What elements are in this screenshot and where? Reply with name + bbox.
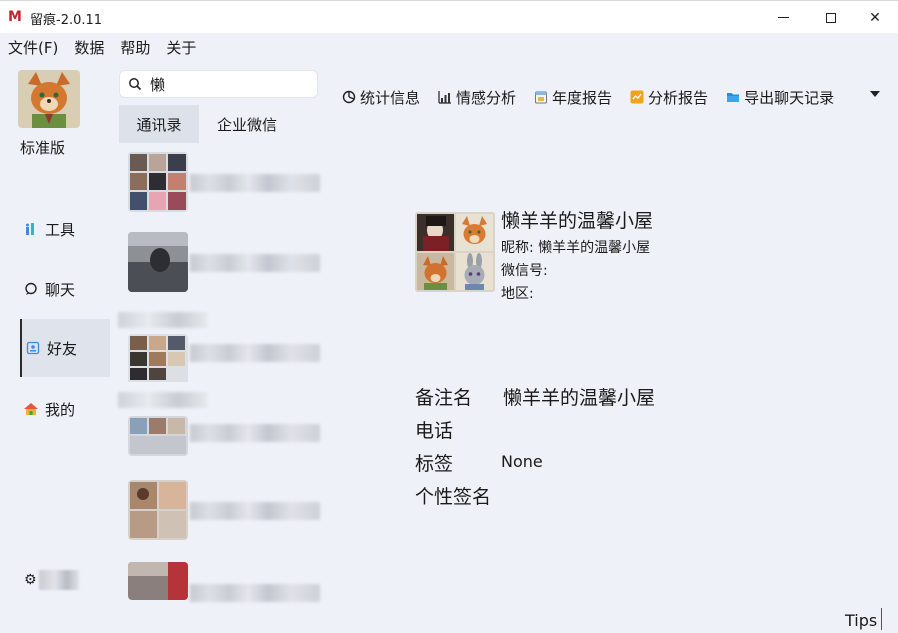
sidebar-item-label: 好友 [47, 339, 78, 358]
gear-icon: ⚙ [24, 572, 37, 588]
contact-avatar [128, 562, 188, 600]
list-item[interactable] [118, 392, 324, 480]
remark-value: 懒羊羊的温馨小屋 [503, 387, 656, 409]
tab-contacts[interactable]: 通讯录 [119, 105, 199, 143]
remark-label: 备注名 [415, 387, 473, 409]
tag-value: None [501, 452, 543, 471]
close-button[interactable]: ✕ [852, 1, 898, 34]
edition-label: 标准版 [20, 139, 66, 157]
phone-label: 电话 [415, 420, 454, 442]
blurred-contact-name [190, 424, 320, 442]
sentiment-label: 情感分析 [456, 88, 517, 107]
sidebar-item-friends[interactable]: 好友 [20, 319, 110, 377]
sidebar-item-mine[interactable]: 我的 [20, 380, 110, 438]
tab-wework[interactable]: 企业微信 [204, 105, 290, 143]
sidebar-item-label: 聊天 [45, 280, 76, 299]
list-item[interactable] [118, 480, 324, 558]
region-row: 地区: [501, 283, 534, 303]
list-item[interactable] [118, 562, 324, 602]
contact-avatar [128, 416, 188, 456]
blurred-contact-name [190, 344, 320, 362]
search-input[interactable]: 懒 [119, 70, 318, 98]
annual-report-button[interactable]: 年度报告 [534, 87, 612, 108]
nickname-value: 懒羊羊的温馨小屋 [538, 240, 651, 256]
stats-label: 统计信息 [360, 88, 421, 107]
list-item[interactable] [118, 152, 324, 230]
sidebar-item-tools[interactable]: 工具 [20, 200, 110, 258]
blurred-contact-top [118, 312, 208, 328]
menu-help[interactable]: 帮助 [120, 37, 150, 58]
settings-button[interactable]: ⚙ [24, 570, 79, 590]
sidebar-item-chat[interactable]: 聊天 [20, 260, 110, 318]
sentiment-button[interactable]: 情感分析 [438, 87, 516, 108]
contact-avatar [128, 152, 188, 212]
menu-bar: 文件(F) 数据 帮助 关于 [0, 33, 898, 61]
tools-icon [23, 221, 39, 237]
blurred-contact-name [190, 254, 320, 272]
user-avatar[interactable] [18, 70, 80, 128]
toolbar: 统计信息 情感分析 年度报告 分析报告 导出聊天记录 [342, 86, 852, 108]
tag-label: 标签 [415, 453, 454, 475]
export-chat-label: 导出聊天记录 [744, 88, 835, 107]
sidebar-item-label: 我的 [45, 400, 76, 419]
minimize-button[interactable] [760, 1, 806, 34]
nickname-label: 昵称: [501, 240, 534, 256]
bar-chart-icon [438, 91, 452, 104]
folder-icon [727, 93, 740, 102]
stats-button[interactable]: 统计信息 [342, 87, 420, 108]
search-value: 懒 [150, 75, 166, 94]
list-item[interactable] [118, 232, 324, 310]
contact-display-name: 懒羊羊的温馨小屋 [501, 210, 654, 232]
analysis-report-label: 分析报告 [648, 88, 709, 107]
search-icon [129, 78, 142, 91]
blurred-contact-top [118, 392, 208, 408]
blurred-contact-name [190, 174, 320, 192]
blurred-contact-name [190, 502, 320, 520]
window-title: 留痕-2.0.11 [30, 13, 103, 28]
region-label: 地区: [501, 286, 534, 302]
maximize-button[interactable] [808, 1, 854, 34]
minimize-icon [777, 17, 789, 18]
close-icon: ✕ [869, 9, 881, 26]
maximize-icon [826, 12, 836, 23]
divider [881, 608, 882, 630]
toolbar-dropdown-chevron-down-icon[interactable] [870, 91, 880, 97]
list-item[interactable] [118, 312, 324, 400]
tips-link[interactable]: Tips [845, 611, 877, 630]
export-chat-button[interactable]: 导出聊天记录 [726, 87, 834, 108]
contact-avatar [128, 232, 188, 292]
nickname-row: 昵称: 懒羊羊的温馨小屋 [501, 237, 650, 257]
chat-icon [23, 281, 39, 297]
wechat-id-label: 微信号: [501, 263, 548, 279]
analysis-report-button[interactable]: 分析报告 [630, 87, 708, 108]
sidebar-item-label: 工具 [45, 220, 76, 239]
report-icon [630, 90, 644, 104]
title-bar: M 留痕-2.0.11 ✕ [0, 0, 898, 33]
menu-data[interactable]: 数据 [74, 37, 104, 58]
app-logo-icon: M [8, 9, 22, 25]
wechat-id-row: 微信号: [501, 260, 548, 280]
menu-about[interactable]: 关于 [166, 37, 196, 58]
friends-icon [25, 340, 41, 356]
calendar-icon [535, 91, 548, 104]
contact-detail-avatar [415, 212, 495, 292]
contact-avatar [128, 480, 188, 540]
blurred-contact-name [190, 584, 320, 602]
contact-avatar [128, 334, 188, 394]
signature-label: 个性签名 [415, 486, 492, 508]
home-icon [23, 401, 39, 417]
blurred-settings-label [38, 570, 79, 590]
pie-chart-icon [342, 90, 356, 104]
menu-file[interactable]: 文件(F) [8, 37, 58, 58]
annual-report-label: 年度报告 [552, 88, 613, 107]
